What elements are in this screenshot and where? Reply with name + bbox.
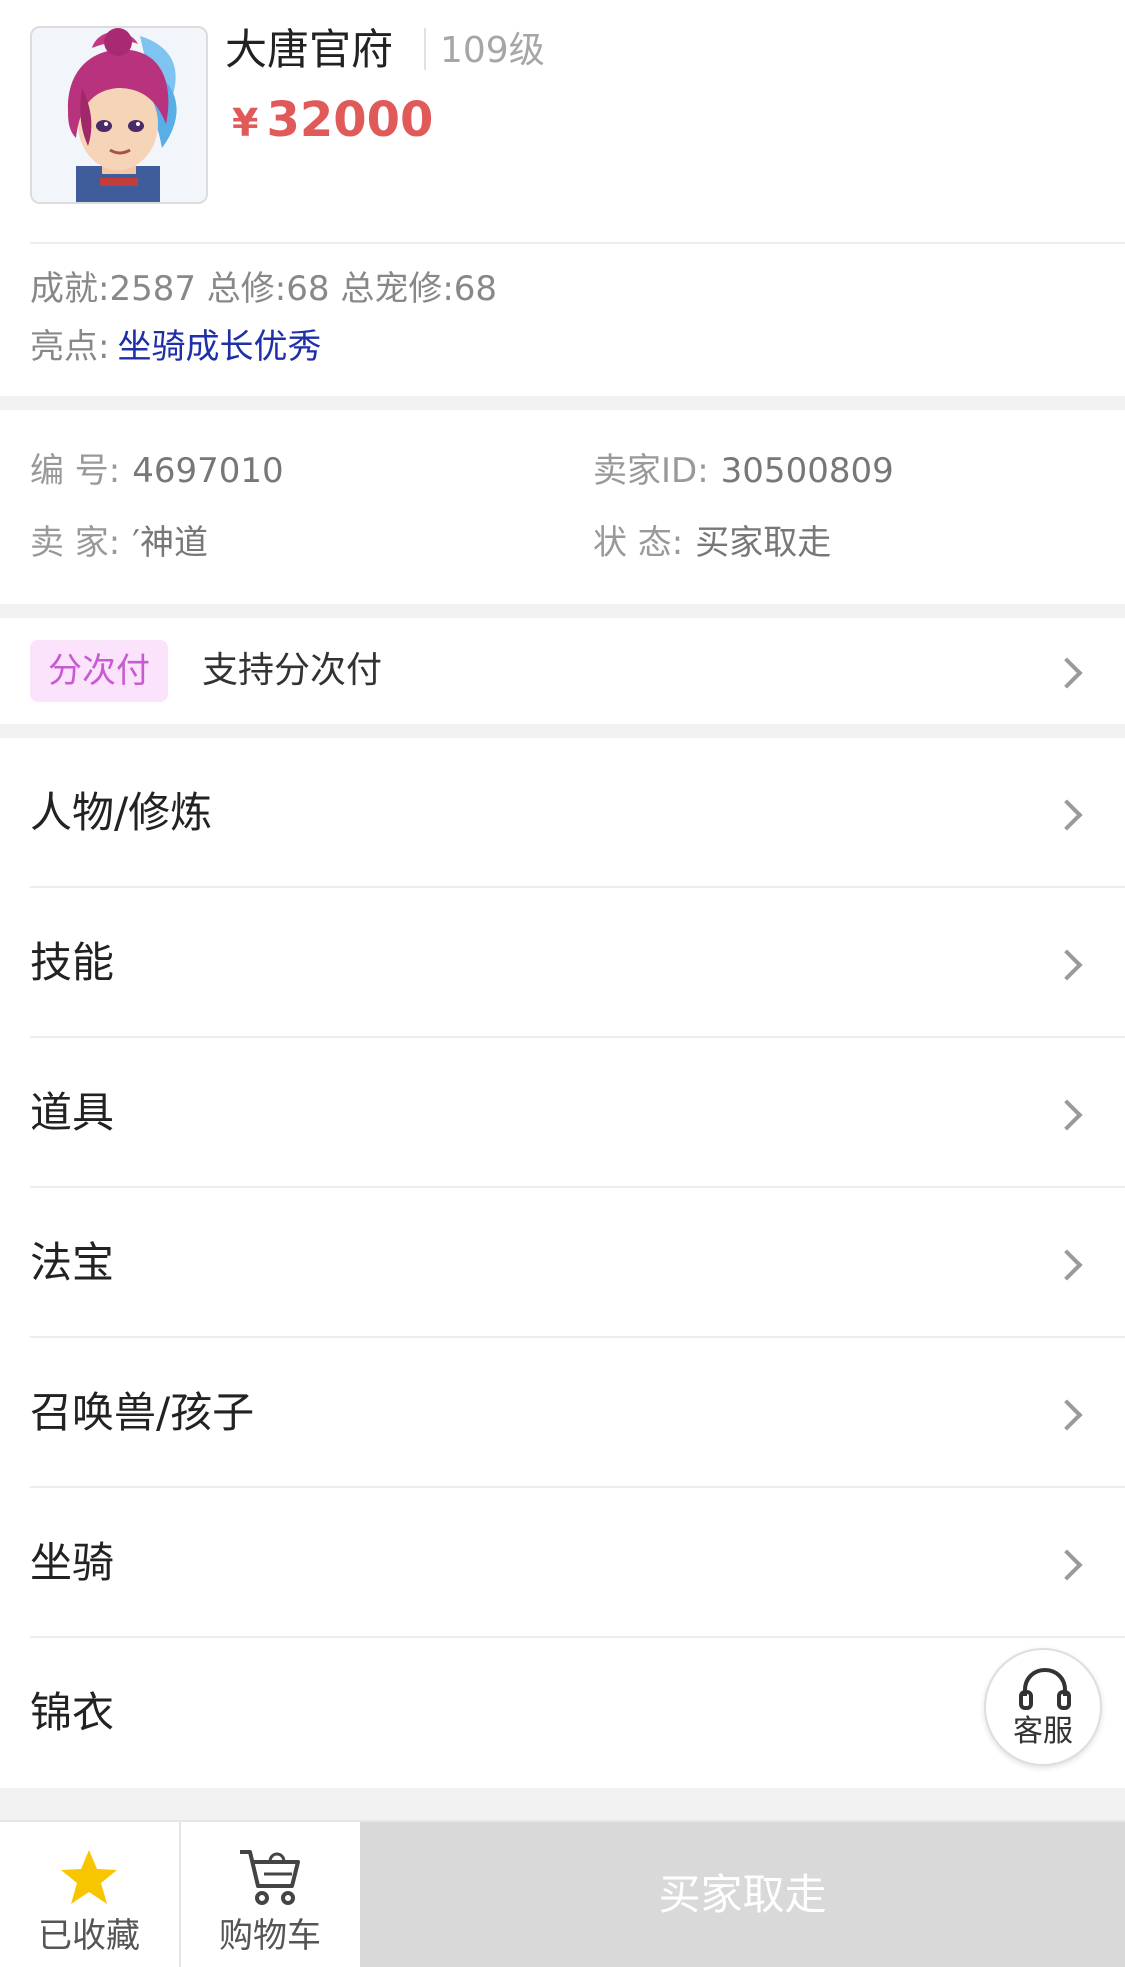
customer-service-label: 客服 [1013,1714,1073,1749]
cart-icon [240,1850,300,1905]
role-level: 109级 [440,30,545,71]
cart-button[interactable]: 购物车 [181,1822,359,1967]
favorite-button[interactable]: 已收藏 [0,1822,178,1967]
menu-item-magic-weapons[interactable]: 法宝 [0,1188,1125,1338]
customer-service-button[interactable]: 客服 [984,1648,1102,1766]
menu-item-label: 召唤兽/孩子 [30,1388,255,1437]
chevron-right-icon [1051,949,1083,981]
seller-id: 卖家ID: 30500809 [593,446,894,496]
menu-item-character[interactable]: 人物/修炼 [0,738,1125,888]
role-name: 大唐官府 [225,25,394,74]
menu-item-summons[interactable]: 召唤兽/孩子 [0,1338,1125,1488]
headset-icon [1019,1667,1071,1710]
installment-text: 支持分次付 [202,650,383,691]
menu-item-items[interactable]: 道具 [0,1038,1125,1188]
chevron-right-icon [1051,1399,1083,1431]
status-label: 状 态: [593,523,684,563]
status: 状 态: 买家取走 [593,518,831,568]
installment-row[interactable]: 分次付 支持分次付 [0,618,1125,724]
menu-item-mounts[interactable]: 坐骑 [0,1488,1125,1638]
section-gap [0,1788,1125,1820]
status-value: 买家取走 [695,523,832,563]
bottom-action-bar: 已收藏 购物车 买家取走 [0,1820,1125,1967]
price: ¥ 32000 [232,88,433,155]
seller-id-label: 卖家ID: [593,451,709,491]
chevron-right-icon [1051,799,1083,831]
menu-item-label: 技能 [30,938,115,987]
item-id-label: 编 号: [30,451,121,491]
character-portrait-image [32,28,206,202]
installment-tag: 分次付 [30,640,168,702]
menu-item-label: 坐骑 [30,1538,115,1587]
cart-label: 购物车 [219,1916,321,1956]
stats-line: 成就:2587 总修:68 总宠修:68 [30,269,498,309]
highlight-label: 亮点: [30,327,110,367]
section-gap [0,604,1125,618]
chevron-right-icon [1051,657,1083,689]
menu-item-label: 锦衣 [30,1688,115,1737]
seller-name-value: ′神道 [132,523,208,563]
menu-item-label: 道具 [30,1088,115,1137]
menu-item-label: 人物/修炼 [30,788,213,837]
price-currency: ¥ [232,101,259,145]
item-id: 编 号: 4697010 [30,446,284,496]
highlight-value: 坐骑成长优秀 [117,327,322,367]
character-avatar[interactable] [30,26,208,204]
section-gap [0,724,1125,738]
level-divider [424,28,426,70]
account-summary: 大唐官府 109级 ¥ 32000 [0,0,1125,242]
seller-name: 卖 家: ′神道 [30,518,208,568]
menu-item-outfits[interactable]: 锦衣 [0,1638,1125,1788]
price-value: 32000 [266,92,434,148]
section-gap [0,396,1125,410]
star-icon [61,1850,117,1904]
highlight-row: 亮点: 坐骑成长优秀 [30,322,321,372]
chevron-right-icon [1051,1249,1083,1281]
favorite-label: 已收藏 [38,1916,140,1956]
chevron-right-icon [1051,1099,1083,1131]
account-detail-page: 大唐官府 109级 ¥ 32000 成就:2587 总修:68 总宠修:68 亮… [0,0,1125,1967]
seller-id-value: 30500809 [720,451,894,491]
seller-name-label: 卖 家: [30,523,121,563]
buy-button-disabled[interactable]: 买家取走 [360,1822,1125,1967]
chevron-right-icon [1051,1549,1083,1581]
item-id-value: 4697010 [132,451,284,491]
menu-item-skills[interactable]: 技能 [0,888,1125,1038]
summary-divider [30,242,1125,244]
menu-item-label: 法宝 [30,1238,115,1287]
